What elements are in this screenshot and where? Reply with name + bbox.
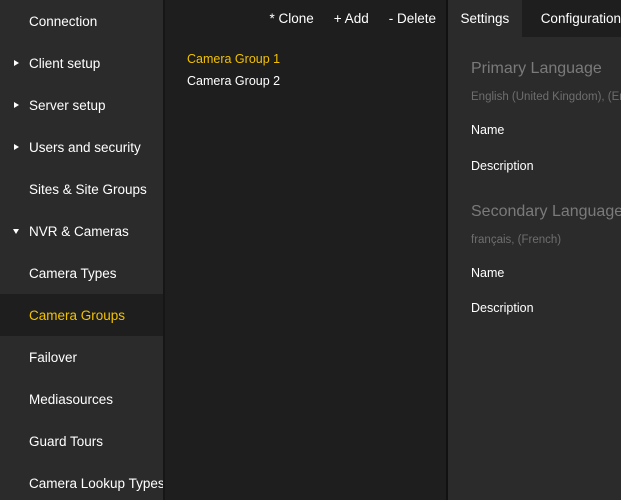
sidebar-item-label: Camera Types (29, 265, 117, 281)
secondary-language-value: français, (French) (471, 234, 562, 246)
chevron-right-icon[interactable] (12, 59, 20, 67)
sidebar-item-label: Server setup (29, 97, 106, 113)
primary-language-value: English (United Kingdom), (English) (471, 91, 621, 103)
chevron-down-icon[interactable] (12, 227, 20, 235)
primary-description-label: Description (471, 159, 534, 173)
sidebar-item-sites-and-site-groups[interactable]: Sites & Site Groups (0, 168, 163, 210)
secondary-name-label: Name (471, 266, 505, 280)
tab-settings[interactable]: Settings (448, 0, 522, 37)
tab-configuration[interactable]: Configuration (522, 0, 621, 37)
sidebar-item-camera-groups[interactable]: Camera Groups (0, 294, 163, 336)
chevron-right-icon[interactable] (12, 143, 20, 151)
sidebar-item-label: Camera Lookup Types (29, 475, 165, 491)
add-button[interactable]: + Add (334, 11, 369, 26)
sidebar-item-label: Connection (29, 13, 98, 29)
camera-group-list: Camera Group 1 Camera Group 2 (187, 48, 280, 92)
toolbar: * Clone + Add - Delete (270, 0, 436, 37)
sidebar-item-connection[interactable]: Connection (0, 0, 163, 42)
sidebar-item-camera-lookup-types[interactable]: Camera Lookup Types (0, 462, 163, 500)
sidebar-item-users-and-security[interactable]: Users and security (0, 126, 163, 168)
sidebar-item-server-setup[interactable]: Server setup (0, 84, 163, 126)
sidebar-item-mediasources[interactable]: Mediasources (0, 378, 163, 420)
sidebar: Connection Client setup Server setup Use… (0, 0, 165, 500)
sidebar-item-label: Client setup (29, 55, 101, 71)
sidebar-item-label: Sites & Site Groups (29, 181, 147, 197)
sidebar-item-label: NVR & Cameras (29, 223, 129, 239)
sidebar-item-label: Mediasources (29, 391, 114, 407)
clone-button[interactable]: * Clone (270, 11, 314, 26)
secondary-description-label: Description (471, 301, 534, 315)
details-panel: Settings Configuration Primary Language … (448, 0, 621, 500)
sidebar-item-label: Guard Tours (29, 433, 104, 449)
list-item[interactable]: Camera Group 1 (187, 48, 280, 70)
sidebar-item-guard-tours[interactable]: Guard Tours (0, 420, 163, 462)
delete-button[interactable]: - Delete (389, 11, 436, 26)
sidebar-item-label: Failover (29, 349, 78, 365)
secondary-language-title: Secondary Language (471, 203, 621, 220)
primary-language-title: Primary Language (471, 60, 602, 77)
sidebar-item-failover[interactable]: Failover (0, 336, 163, 378)
sidebar-item-nvr-and-cameras[interactable]: NVR & Cameras (0, 210, 163, 252)
sidebar-item-client-setup[interactable]: Client setup (0, 42, 163, 84)
chevron-right-icon[interactable] (12, 101, 20, 109)
app-window: Connection Client setup Server setup Use… (0, 0, 621, 500)
primary-name-label: Name (471, 123, 505, 137)
sidebar-item-camera-types[interactable]: Camera Types (0, 252, 163, 294)
list-item[interactable]: Camera Group 2 (187, 70, 280, 92)
sidebar-item-label: Camera Groups (29, 307, 126, 323)
camera-groups-panel: * Clone + Add - Delete Camera Group 1 Ca… (166, 0, 446, 500)
tab-bar: Settings Configuration (448, 0, 621, 37)
sidebar-item-label: Users and security (29, 139, 141, 155)
